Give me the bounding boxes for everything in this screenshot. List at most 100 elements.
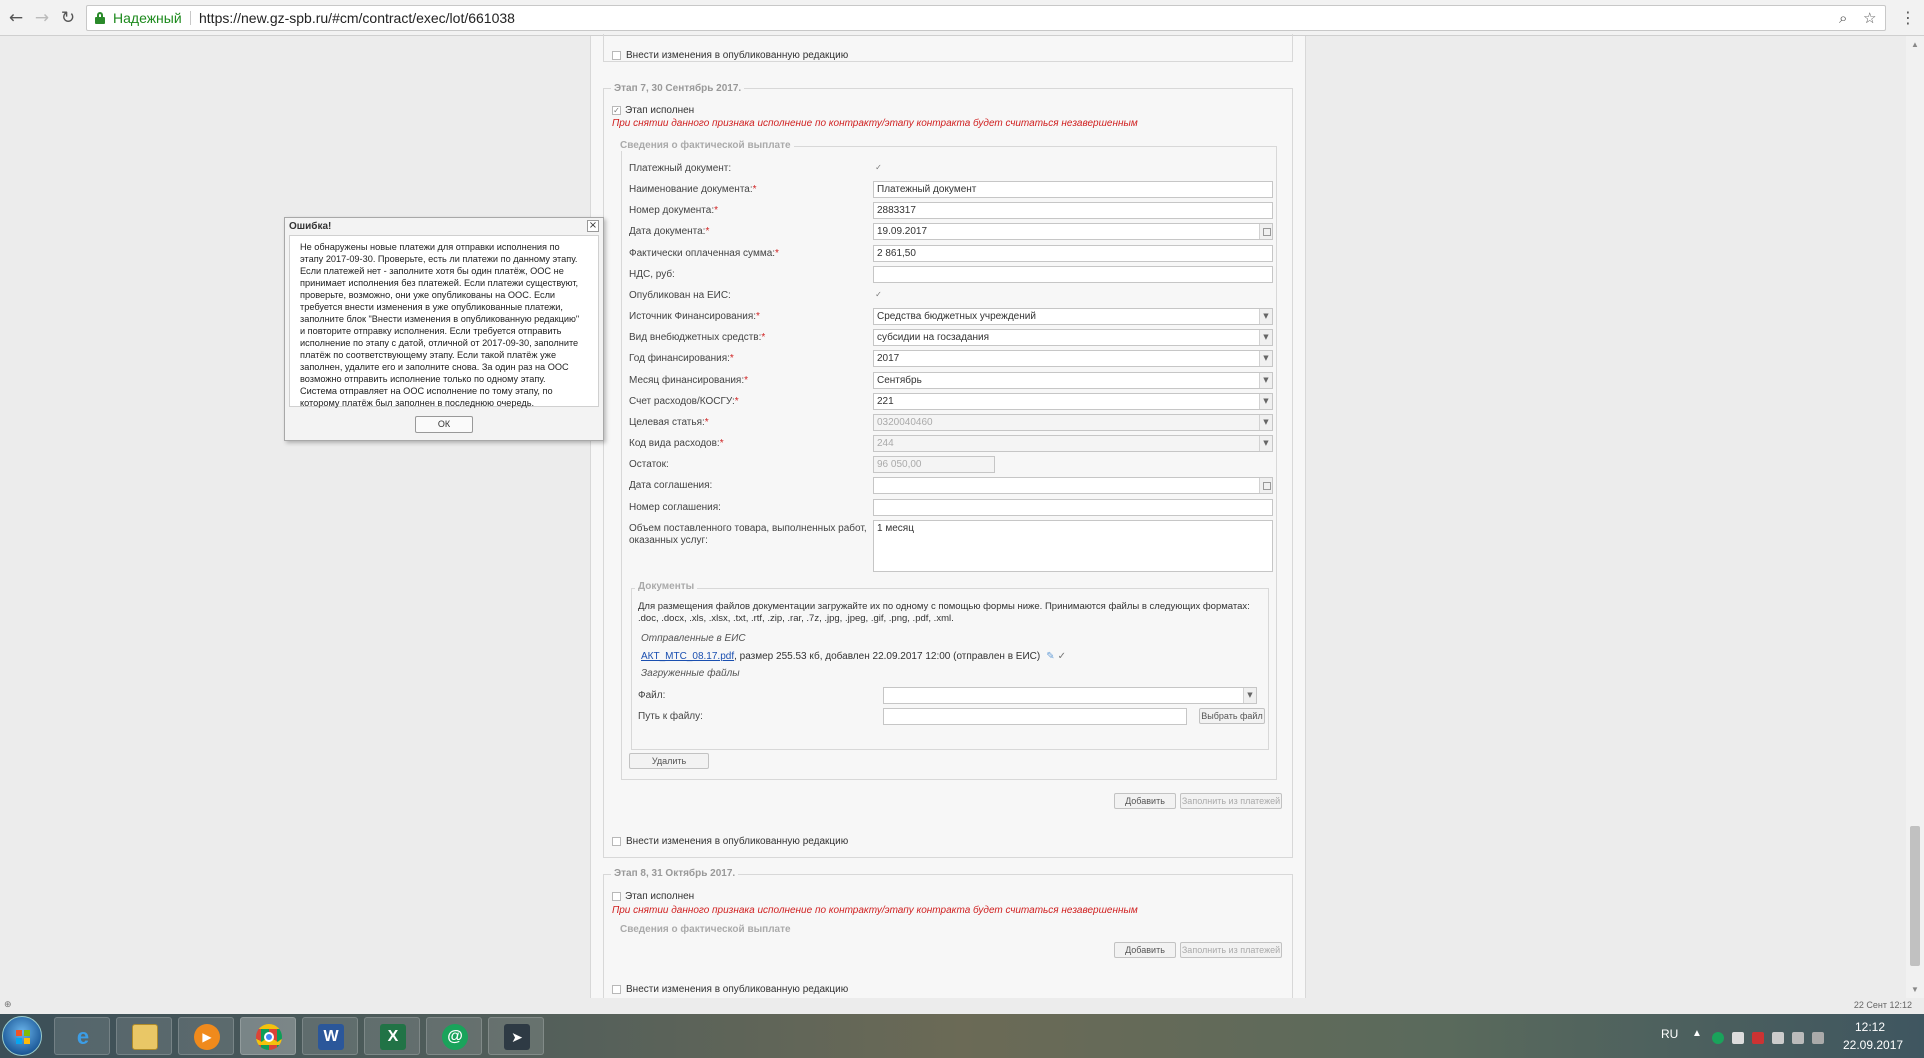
- tray-expand-icon[interactable]: ▲: [1692, 1028, 1702, 1039]
- doc-date-field[interactable]: 19.09.2017: [873, 223, 1273, 240]
- reload-icon[interactable]: ↻: [56, 6, 80, 30]
- volume-textarea[interactable]: 1 месяц: [873, 520, 1273, 572]
- secure-label: Надежный: [113, 10, 182, 26]
- stage7-edit-published-checkbox[interactable]: [612, 837, 621, 846]
- stage7-fill-from-payments-button: Заполнить из платежей: [1180, 793, 1282, 809]
- word-icon: W: [318, 1024, 344, 1050]
- published-eis-checkbox[interactable]: ✓: [874, 291, 883, 300]
- back-icon[interactable]: ←: [4, 6, 28, 30]
- language-indicator[interactable]: RU: [1661, 1027, 1678, 1041]
- volume-label-line1: Объем поставленного товара, выполненных …: [629, 523, 867, 534]
- funding-month-label: Месяц финансирования:*: [629, 375, 749, 386]
- taskbar-chrome[interactable]: [240, 1017, 296, 1055]
- doc-number-field[interactable]: 2883317: [873, 202, 1273, 219]
- dialog-line: Если платежей нет - заполните хотя бы од…: [300, 266, 564, 276]
- envelope-icon[interactable]: [1732, 1032, 1744, 1044]
- folder-icon: [132, 1024, 158, 1050]
- funding-source-select[interactable]: Средства бюджетных учреждений ▼: [873, 308, 1273, 325]
- taskbar-word[interactable]: W: [302, 1017, 358, 1055]
- address-bar[interactable]: Надежный https://new.gz-spb.ru/#cm/contr…: [86, 5, 1886, 31]
- scroll-up-icon[interactable]: ▲: [1911, 40, 1919, 49]
- funding-month-label-text: Месяц финансирования:: [629, 375, 745, 386]
- funding-month-value: Сентябрь: [877, 375, 922, 386]
- doc-number-label-text: Номер документа:: [629, 205, 715, 216]
- agreement-date-label: Дата соглашения:: [629, 480, 713, 491]
- chevron-down-icon[interactable]: ▼: [1259, 330, 1272, 345]
- expense-account-select[interactable]: 221 ▼: [873, 393, 1273, 410]
- sent-check-icon: ✓: [1057, 651, 1066, 662]
- chevron-down-icon[interactable]: ▼: [1259, 373, 1272, 388]
- taskbar-ie[interactable]: e: [54, 1017, 110, 1055]
- chevron-down-icon: ▼: [1259, 436, 1272, 451]
- calendar-icon[interactable]: [1259, 478, 1272, 493]
- stage8-payment-section-title: Сведения о фактической выплате: [617, 924, 794, 935]
- network-icon[interactable]: [1772, 1032, 1784, 1044]
- signature-icon[interactable]: ✎: [1046, 651, 1054, 662]
- sent-file-link[interactable]: АКТ_МТС_08.17.pdf: [641, 651, 734, 662]
- taskbar-explorer[interactable]: [116, 1017, 172, 1055]
- sent-to-eis-label: Отправленные в ЕИС: [641, 633, 746, 644]
- error-dialog: Ошибка! × Не обнаружены новые платежи дл…: [284, 217, 604, 441]
- volume-icon[interactable]: [1812, 1032, 1824, 1044]
- clock-date[interactable]: 22.09.2017: [1843, 1038, 1903, 1052]
- forward-icon[interactable]: →: [30, 6, 54, 30]
- dialog-line: заполнен, удалите его и заполните снова.…: [300, 362, 569, 372]
- file-path-label: Путь к файлу:: [638, 711, 703, 722]
- chrome-icon: [256, 1024, 282, 1050]
- expense-account-value: 221: [877, 396, 894, 407]
- doc-name-field[interactable]: Платежный документ: [873, 181, 1273, 198]
- agreement-date-field[interactable]: [873, 477, 1273, 494]
- funding-year-select[interactable]: 2017 ▼: [873, 350, 1273, 367]
- ok-button[interactable]: ОК: [415, 416, 473, 433]
- chevron-down-icon[interactable]: ▼: [1259, 351, 1272, 366]
- address-separator: [190, 11, 191, 25]
- browser-menu-icon[interactable]: ⋮: [1898, 6, 1918, 30]
- stage7-add-button[interactable]: Добавить: [1114, 793, 1176, 809]
- close-icon[interactable]: ×: [587, 220, 599, 232]
- stage8-title: Этап 8, 31 Октябрь 2017.: [611, 868, 739, 879]
- bookmark-star-icon[interactable]: ☆: [1863, 6, 1876, 30]
- taskbar-media-player[interactable]: ▶: [178, 1017, 234, 1055]
- taskbar-mail-agent[interactable]: @: [426, 1017, 482, 1055]
- agreement-number-field[interactable]: [873, 499, 1273, 516]
- mail-agent-tray-icon[interactable]: [1712, 1032, 1724, 1044]
- payment-doc-checkbox[interactable]: ✓: [874, 164, 883, 173]
- expense-account-label: Счет расходов/КОСГУ:*: [629, 396, 739, 407]
- file-path-field[interactable]: [883, 708, 1187, 725]
- vat-field[interactable]: [873, 266, 1273, 283]
- chevron-down-icon[interactable]: ▼: [1259, 394, 1272, 409]
- target-article-label-text: Целевая статья:: [629, 417, 705, 428]
- funding-year-value: 2017: [877, 353, 900, 364]
- chevron-down-icon[interactable]: ▼: [1243, 688, 1256, 703]
- stage8-add-button[interactable]: Добавить: [1114, 942, 1176, 958]
- offbudget-type-value: субсидии на госзадания: [877, 332, 990, 343]
- edit-published-checkbox-top[interactable]: [612, 51, 621, 60]
- dialog-line: требуется внести изменения в уже опублик…: [300, 302, 563, 312]
- choose-file-button[interactable]: Выбрать файл: [1199, 708, 1265, 724]
- page-scrollbar[interactable]: ▲ ▼: [1906, 36, 1924, 998]
- stage7-warning: При снятии данного признака исполнение п…: [612, 118, 1138, 129]
- paid-sum-field[interactable]: 2 861,50: [873, 245, 1273, 262]
- taskbar-excel[interactable]: X: [364, 1017, 420, 1055]
- stage8-executed-checkbox[interactable]: [612, 892, 621, 901]
- lock-icon: [95, 12, 105, 24]
- display-icon[interactable]: [1792, 1032, 1804, 1044]
- app-icon: ➤: [504, 1024, 530, 1050]
- zoom-icon[interactable]: ⌕: [1839, 6, 1847, 30]
- scroll-thumb[interactable]: [1910, 826, 1920, 966]
- file-select[interactable]: ▼: [883, 687, 1257, 704]
- funding-month-select[interactable]: Сентябрь ▼: [873, 372, 1273, 389]
- scroll-down-icon[interactable]: ▼: [1911, 985, 1919, 994]
- flag-icon[interactable]: [1752, 1032, 1764, 1044]
- url-text[interactable]: https://new.gz-spb.ru/#cm/contract/exec/…: [199, 6, 515, 30]
- taskbar-app[interactable]: ➤: [488, 1017, 544, 1055]
- calendar-icon[interactable]: [1259, 224, 1272, 239]
- clock-time[interactable]: 12:12: [1855, 1020, 1885, 1034]
- stage8-edit-published-checkbox[interactable]: [612, 985, 621, 994]
- start-button[interactable]: [2, 1016, 42, 1056]
- delete-payment-button[interactable]: Удалить: [629, 753, 709, 769]
- dialog-line: Система отправляет на ООС исполнение по …: [300, 386, 553, 396]
- offbudget-type-select[interactable]: субсидии на госзадания ▼: [873, 329, 1273, 346]
- chevron-down-icon[interactable]: ▼: [1259, 309, 1272, 324]
- stage7-executed-checkbox[interactable]: ✓: [612, 106, 621, 115]
